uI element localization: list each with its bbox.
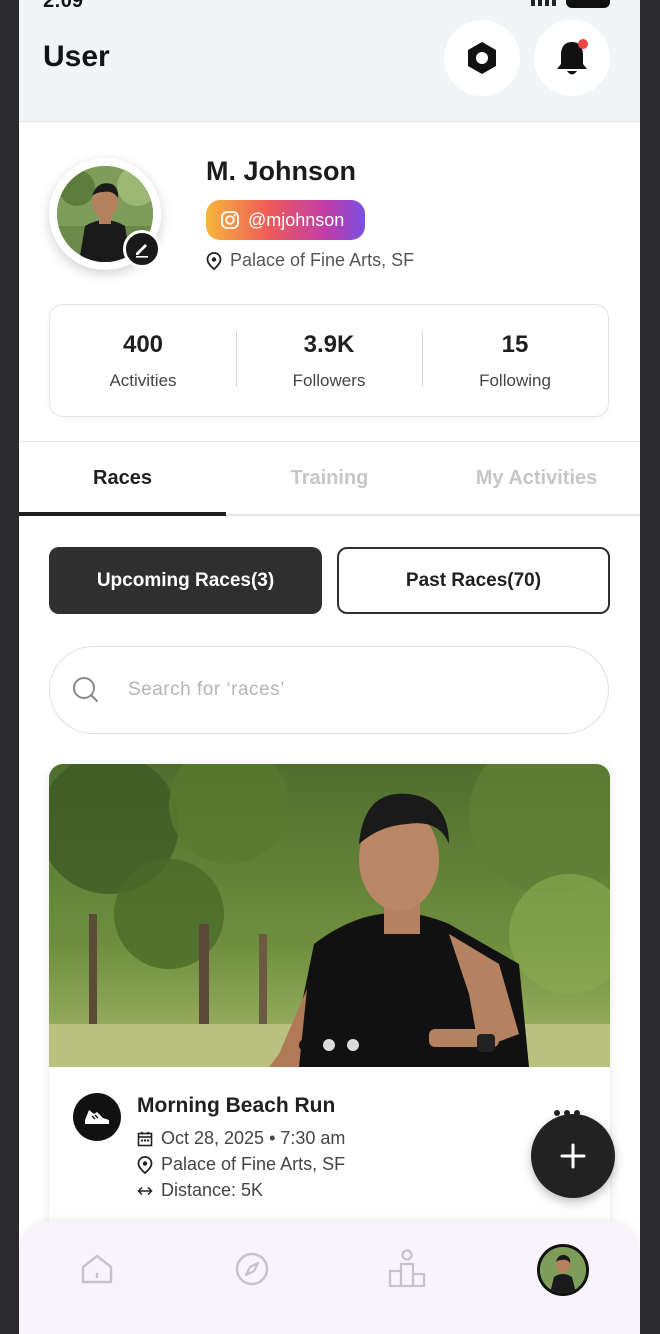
bell-icon [557,39,588,75]
stat-following[interactable]: 15 Following [422,330,608,391]
profile-name: M. Johnson [206,156,356,186]
nav-profile-avatar[interactable] [537,1244,589,1296]
header: 2:09 User [19,0,640,122]
notifications-button[interactable] [534,20,610,96]
profile-location: Palace of Fine Arts, SF [206,250,414,271]
nav-explore[interactable] [227,1244,277,1294]
stat-value: 3.9K [303,330,355,358]
plus-icon [560,1143,586,1169]
search-input[interactable] [128,679,528,701]
race-card[interactable]: Morning Beach Run Oct 28, 2025 • 7:30 am… [49,764,610,1264]
bottom-nav [19,1222,640,1334]
past-races-button[interactable]: Past Races(70) [337,547,610,614]
stat-followers[interactable]: 3.9K Followers [236,330,422,391]
upcoming-races-button[interactable]: Upcoming Races(3) [49,547,322,614]
compass-icon [235,1252,269,1286]
stat-value: 400 [122,330,164,358]
stat-label: Following [479,370,551,390]
page-title: User [43,40,110,73]
race-photo [49,764,610,1067]
stat-label: Activities [109,370,177,390]
tab-bar: Races Training My Activities [19,442,640,516]
add-button[interactable] [531,1114,615,1198]
settings-button[interactable] [444,20,520,96]
tab-my-activities[interactable]: My Activities [433,442,640,514]
location-text: Palace of Fine Arts, SF [230,250,415,270]
location-pin-icon [137,1155,153,1174]
carousel-dot[interactable] [347,1039,359,1051]
location-pin-icon [206,251,222,270]
race-title: Morning Beach Run [137,1094,336,1117]
nav-leaderboard[interactable] [382,1244,432,1294]
user-screen: 2:09 User M. Johnson @mjohnson Palace of… [19,0,640,1334]
race-location-row: Palace of Fine Arts, SF [137,1154,345,1175]
stats-card: 400 Activities 3.9K Followers 15 Followi… [49,304,609,417]
instagram-handle-badge[interactable]: @mjohnson [206,200,365,240]
tab-training[interactable]: Training [226,442,433,514]
race-datetime-row: Oct 28, 2025 • 7:30 am [137,1128,345,1149]
instagram-handle: @mjohnson [248,209,345,230]
running-shoe-icon [73,1093,121,1141]
race-datetime: Oct 28, 2025 • 7:30 am [161,1128,346,1148]
status-icons [531,0,610,8]
instagram-icon [221,211,239,229]
battery-icon [566,0,610,8]
carousel-dots[interactable] [299,1039,359,1051]
calendar-icon [137,1131,153,1146]
settings-hex-icon [468,42,496,74]
carousel-dot[interactable] [299,1039,311,1051]
carousel-dot[interactable] [323,1039,335,1051]
status-time: 2:09 [43,0,84,12]
stat-activities[interactable]: 400 Activities [50,331,236,391]
tab-races[interactable]: Races [19,442,226,516]
home-icon [81,1254,113,1284]
search-icon [73,677,98,702]
leaderboard-icon [388,1249,426,1288]
nav-home[interactable] [72,1244,122,1294]
edit-pencil-icon [136,244,148,258]
stat-label: Followers [292,370,366,390]
edit-avatar-button[interactable] [123,230,161,268]
search-bar[interactable] [49,646,609,734]
stat-value: 15 [501,330,529,358]
signal-icon [531,0,556,6]
race-location: Palace of Fine Arts, SF [161,1154,346,1174]
